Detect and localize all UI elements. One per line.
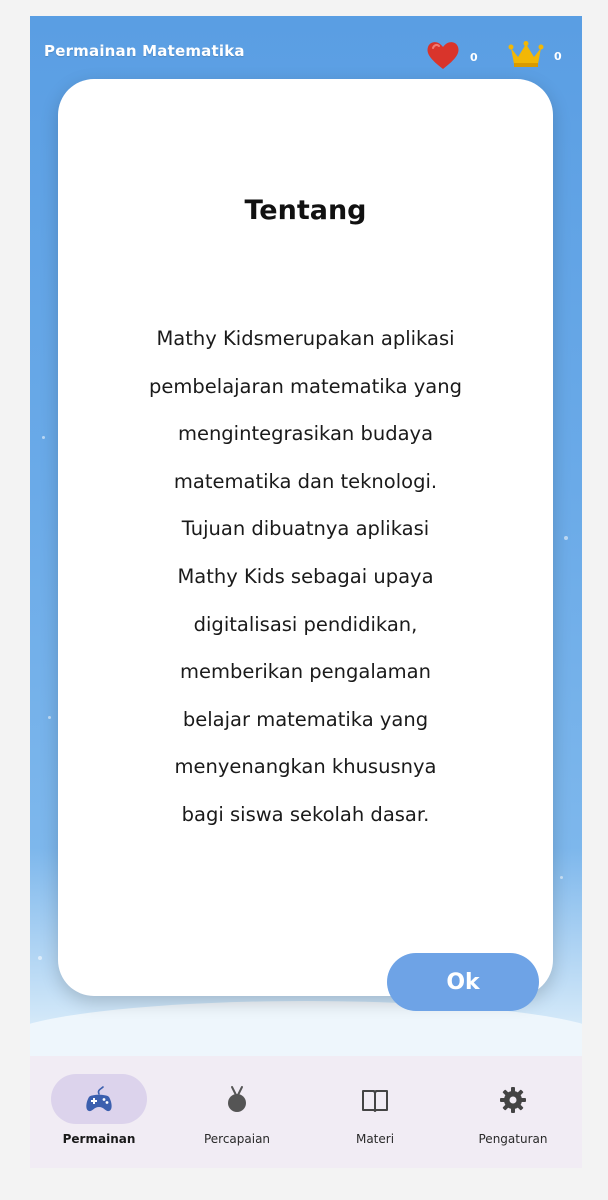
dialog-body-line: menyenangkan khususnya <box>174 755 437 779</box>
nav-item-percapaian[interactable]: Percapaian <box>168 1056 306 1168</box>
medal-icon <box>221 1084 253 1116</box>
dialog-body-line: bagi siswa sekolah dasar. <box>181 802 430 826</box>
dialog-body-line: matematika dan teknologi. <box>173 469 438 493</box>
dialog-body-line: Mathy Kids sebagai upaya <box>177 564 434 588</box>
crown-icon <box>508 40 544 72</box>
ok-button[interactable]: Ok <box>387 953 539 1011</box>
dialog-body-line: mengintegrasikan budaya <box>177 422 434 446</box>
nav-label: Materi <box>355 1132 395 1146</box>
hearts-count: 0 <box>470 50 478 64</box>
dialog-body-line: digitalisasi pendidikan, <box>193 612 418 636</box>
dialog-body: Mathy Kidsmerupakan aplikasi pembelajara… <box>98 315 513 839</box>
nav-label: Percapaian <box>203 1132 271 1146</box>
gear-icon <box>497 1084 529 1116</box>
app-screen: Permainan Matematika 0 0 Tentang Mathy K… <box>30 16 582 1168</box>
hearts-counter: 0 <box>426 40 478 74</box>
crowns-count: 0 <box>554 49 562 63</box>
dialog-body-line: memberikan pengalaman <box>180 660 431 684</box>
book-icon <box>359 1084 391 1116</box>
about-dialog: Tentang Mathy Kidsmerupakan aplikasi pem… <box>58 79 553 1011</box>
bottom-nav: Permainan Percapaian Materi Pengaturan <box>30 1056 582 1168</box>
nav-label: Pengaturan <box>478 1132 548 1146</box>
nav-item-materi[interactable]: Materi <box>306 1056 444 1168</box>
dialog-body-line: pembelajaran matematika yang <box>149 374 462 398</box>
crowns-counter: 0 <box>508 40 562 72</box>
nav-label: Permainan <box>62 1132 136 1146</box>
nav-item-pengaturan[interactable]: Pengaturan <box>444 1056 582 1168</box>
dialog-body-line: Tujuan dibuatnya aplikasi <box>181 517 430 541</box>
dialog-title: Tentang <box>244 195 367 226</box>
heart-icon <box>426 40 460 74</box>
app-title: Permainan Matematika <box>44 42 245 60</box>
nav-item-permainan[interactable]: Permainan <box>30 1056 168 1168</box>
dialog-body-line: belajar matematika yang <box>182 707 429 731</box>
gamepad-icon <box>83 1084 115 1116</box>
dialog-body-line: Mathy Kidsmerupakan aplikasi <box>156 327 455 350</box>
